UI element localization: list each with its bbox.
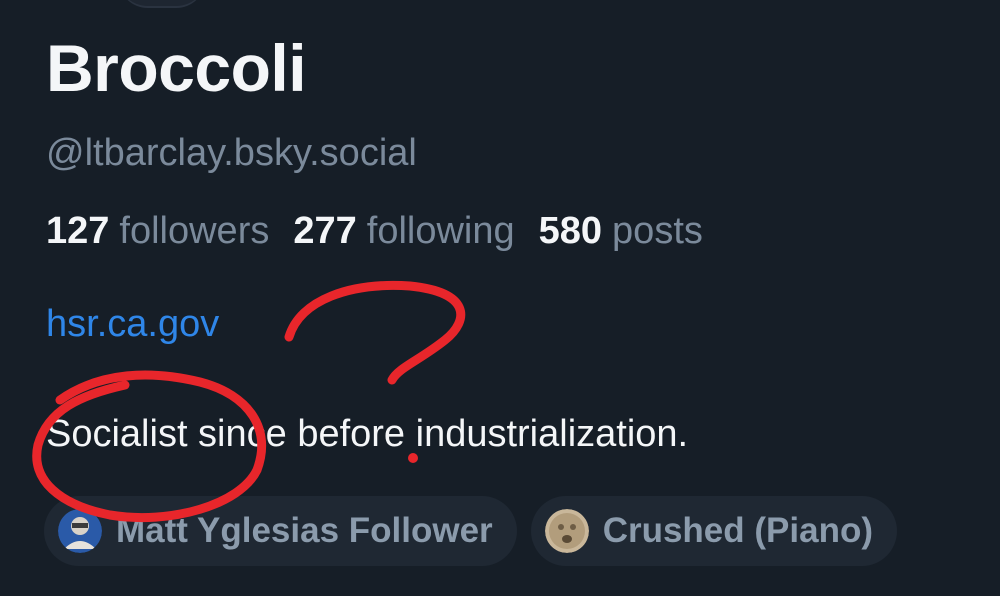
badge-crushed-piano[interactable]: Crushed (Piano) bbox=[530, 496, 897, 566]
badge-label: Crushed (Piano) bbox=[602, 511, 873, 550]
profile-stats: 127 followers 277 following 580 posts bbox=[46, 210, 703, 253]
badge-matt-yglesias-follower[interactable]: Matt Yglesias Follower bbox=[44, 496, 517, 566]
posts-stat: 580 posts bbox=[539, 210, 703, 253]
profile-bio: Socialist since before industrialization… bbox=[46, 413, 689, 455]
question-mark-scribble bbox=[284, 280, 466, 385]
following-label: following bbox=[366, 210, 515, 252]
website-link[interactable]: hsr.ca.gov bbox=[46, 303, 219, 346]
followers-label: followers bbox=[119, 210, 270, 252]
profile-badges: Matt Yglesias Follower Crushed (Piano) bbox=[44, 496, 897, 566]
avatar[interactable] bbox=[118, 0, 206, 8]
badge-label: Matt Yglesias Follower bbox=[116, 511, 493, 550]
display-name: Broccoli bbox=[46, 31, 307, 105]
followers-stat[interactable]: 127 followers bbox=[46, 210, 269, 253]
posts-count: 580 bbox=[538, 210, 603, 252]
portrait-avatar-icon bbox=[58, 509, 102, 553]
following-stat[interactable]: 277 following bbox=[293, 210, 514, 253]
profile-handle: @ltbarclay.bsky.social bbox=[46, 132, 417, 174]
stone-face-icon bbox=[544, 509, 589, 553]
posts-label: posts bbox=[612, 210, 703, 252]
followers-count: 127 bbox=[46, 210, 110, 252]
following-count: 277 bbox=[293, 210, 357, 252]
